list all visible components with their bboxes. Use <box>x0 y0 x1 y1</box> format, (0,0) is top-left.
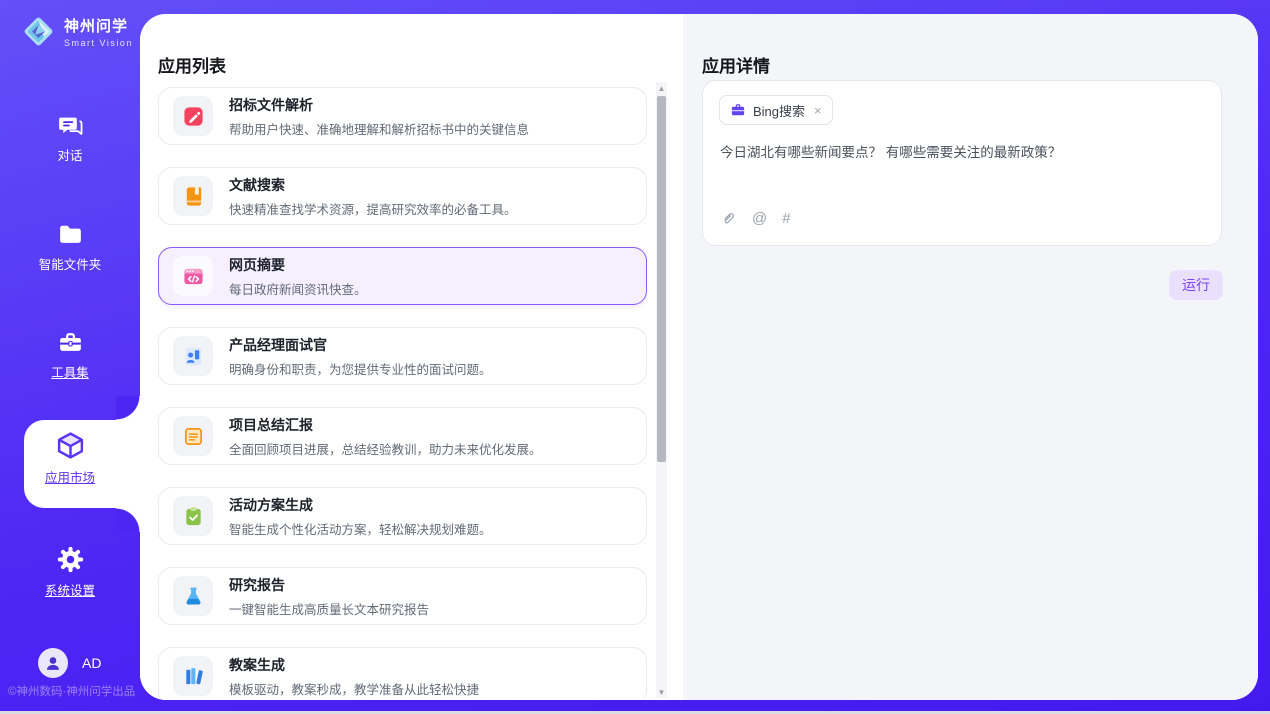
app-window: 神州问学 Smart Vision 对话 智能文件夹 <box>0 0 1270 714</box>
gear-icon <box>56 545 85 574</box>
scrollbar-up-button[interactable]: ▲ <box>656 82 667 94</box>
app-card[interactable]: 网页摘要 每日政府新闻资讯快查。 <box>158 247 647 305</box>
app-card[interactable]: 活动方案生成 智能生成个性化活动方案，轻松解决规划难题。 <box>158 487 647 545</box>
sidebar-item-label: 应用市场 <box>45 467 95 486</box>
app-card-title: 网页摘要 <box>229 255 367 275</box>
app-card-title: 项目总结汇报 <box>229 415 542 435</box>
flask-icon <box>173 576 213 616</box>
cube-icon <box>55 430 86 461</box>
brand-diamond-icon <box>20 13 57 50</box>
sidebar-item-label: 智能文件夹 <box>39 254 102 273</box>
brand-tagline: Smart Vision <box>64 38 133 48</box>
sidebar: 神州问学 Smart Vision 对话 智能文件夹 <box>0 0 140 714</box>
app-detail-title: 应用详情 <box>702 52 770 77</box>
app-card-desc: 快速精准查找学术资源，提高研究效率的必备工具。 <box>229 199 517 218</box>
sidebar-item-chat[interactable]: 对话 <box>0 112 140 164</box>
hash-icon[interactable]: # <box>782 210 790 227</box>
brand-logo: 神州问学 Smart Vision <box>20 13 133 50</box>
toolbox-icon <box>57 329 84 356</box>
sidebar-item-toolset[interactable]: 工具集 <box>0 329 140 381</box>
interview-doc-icon <box>173 336 213 376</box>
tool-tag-label: Bing搜索 <box>753 101 805 120</box>
paperclip-icon[interactable] <box>720 210 737 227</box>
folder-icon <box>57 221 84 248</box>
main-content: 应用列表 招标文件解析 帮助用户快速、准确地理解和解析招标书中的关键信息 文献搜… <box>140 14 1258 700</box>
at-icon[interactable]: @ <box>752 210 767 227</box>
app-card[interactable]: 产品经理面试官 明确身份和职责，为您提供专业性的面试问题。 <box>158 327 647 385</box>
user-account[interactable]: AD <box>38 648 101 678</box>
close-icon[interactable]: × <box>814 103 822 118</box>
note-icon <box>173 416 213 456</box>
app-card-desc: 帮助用户快速、准确地理解和解析招标书中的关键信息 <box>229 119 529 138</box>
app-detail-panel: 应用详情 Bing搜索 × 今日湖北有哪些新闻要点？ 有哪些需要关注的最新政策？ <box>683 14 1258 700</box>
avatar <box>38 648 68 678</box>
app-card-title: 研究报告 <box>229 575 429 595</box>
app-card[interactable]: 招标文件解析 帮助用户快速、准确地理解和解析招标书中的关键信息 <box>158 87 647 145</box>
app-card[interactable]: 文献搜索 快速精准查找学术资源，提高研究效率的必备工具。 <box>158 167 647 225</box>
tool-tag-bing-search[interactable]: Bing搜索 × <box>719 95 833 125</box>
sidebar-item-smart-folder[interactable]: 智能文件夹 <box>0 221 140 273</box>
chat-icon <box>57 112 84 139</box>
briefcase-icon <box>730 102 746 118</box>
app-list-title: 应用列表 <box>158 52 226 77</box>
sidebar-item-label: 系统设置 <box>45 580 95 599</box>
app-card-desc: 明确身份和职责，为您提供专业性的面试问题。 <box>229 359 492 378</box>
brand-name: 神州问学 <box>64 15 133 36</box>
sidebar-item-label: 工具集 <box>51 362 89 381</box>
sidebar-item-app-market[interactable]: 应用市场 <box>0 430 140 486</box>
app-list-panel: 应用列表 招标文件解析 帮助用户快速、准确地理解和解析招标书中的关键信息 文献搜… <box>140 14 683 700</box>
app-card-title: 产品经理面试官 <box>229 335 492 355</box>
app-card-title: 文献搜索 <box>229 175 517 195</box>
app-card-desc: 一键智能生成高质量长文本研究报告 <box>229 599 429 618</box>
pen-square-icon <box>173 96 213 136</box>
app-card-desc: 智能生成个性化活动方案，轻松解决规划难题。 <box>229 519 492 538</box>
app-card[interactable]: 研究报告 一键智能生成高质量长文本研究报告 <box>158 567 647 625</box>
run-button[interactable]: 运行 <box>1169 270 1223 300</box>
composer-toolbar: @ # <box>720 210 791 227</box>
sidebar-item-settings[interactable]: 系统设置 <box>0 545 140 599</box>
app-card[interactable]: 项目总结汇报 全面回顾项目进展，总结经验教训，助力未来优化发展。 <box>158 407 647 465</box>
user-name: AD <box>82 655 101 671</box>
app-card-title: 招标文件解析 <box>229 95 529 115</box>
clipboard-check-icon <box>173 496 213 536</box>
book-icon <box>173 176 213 216</box>
browser-code-icon <box>173 256 213 296</box>
app-card[interactable]: 教案生成 模板驱动，教案秒成，教学准备从此轻松快捷 <box>158 647 647 698</box>
app-card-desc: 每日政府新闻资讯快查。 <box>229 279 367 298</box>
app-card-desc: 全面回顾项目进展，总结经验教训，助力未来优化发展。 <box>229 439 542 458</box>
scrollbar-down-button[interactable]: ▼ <box>656 686 667 698</box>
app-list-items: 招标文件解析 帮助用户快速、准确地理解和解析招标书中的关键信息 文献搜索 快速精… <box>158 82 647 698</box>
books-icon <box>173 656 213 696</box>
scrollbar-thumb[interactable] <box>657 96 666 462</box>
app-card-desc: 模板驱动，教案秒成，教学准备从此轻松快捷 <box>229 679 479 698</box>
copyright-footer: ©神州数码·神州问学出品 <box>8 683 135 699</box>
prompt-card: Bing搜索 × 今日湖北有哪些新闻要点？ 有哪些需要关注的最新政策？ @ # <box>702 80 1222 246</box>
app-card-title: 教案生成 <box>229 655 479 675</box>
sidebar-item-label: 对话 <box>57 145 82 164</box>
app-card-title: 活动方案生成 <box>229 495 492 515</box>
prompt-input[interactable]: 今日湖北有哪些新闻要点？ 有哪些需要关注的最新政策？ <box>720 143 1206 163</box>
app-list-scrollbar[interactable]: ▲ ▼ <box>656 82 667 698</box>
